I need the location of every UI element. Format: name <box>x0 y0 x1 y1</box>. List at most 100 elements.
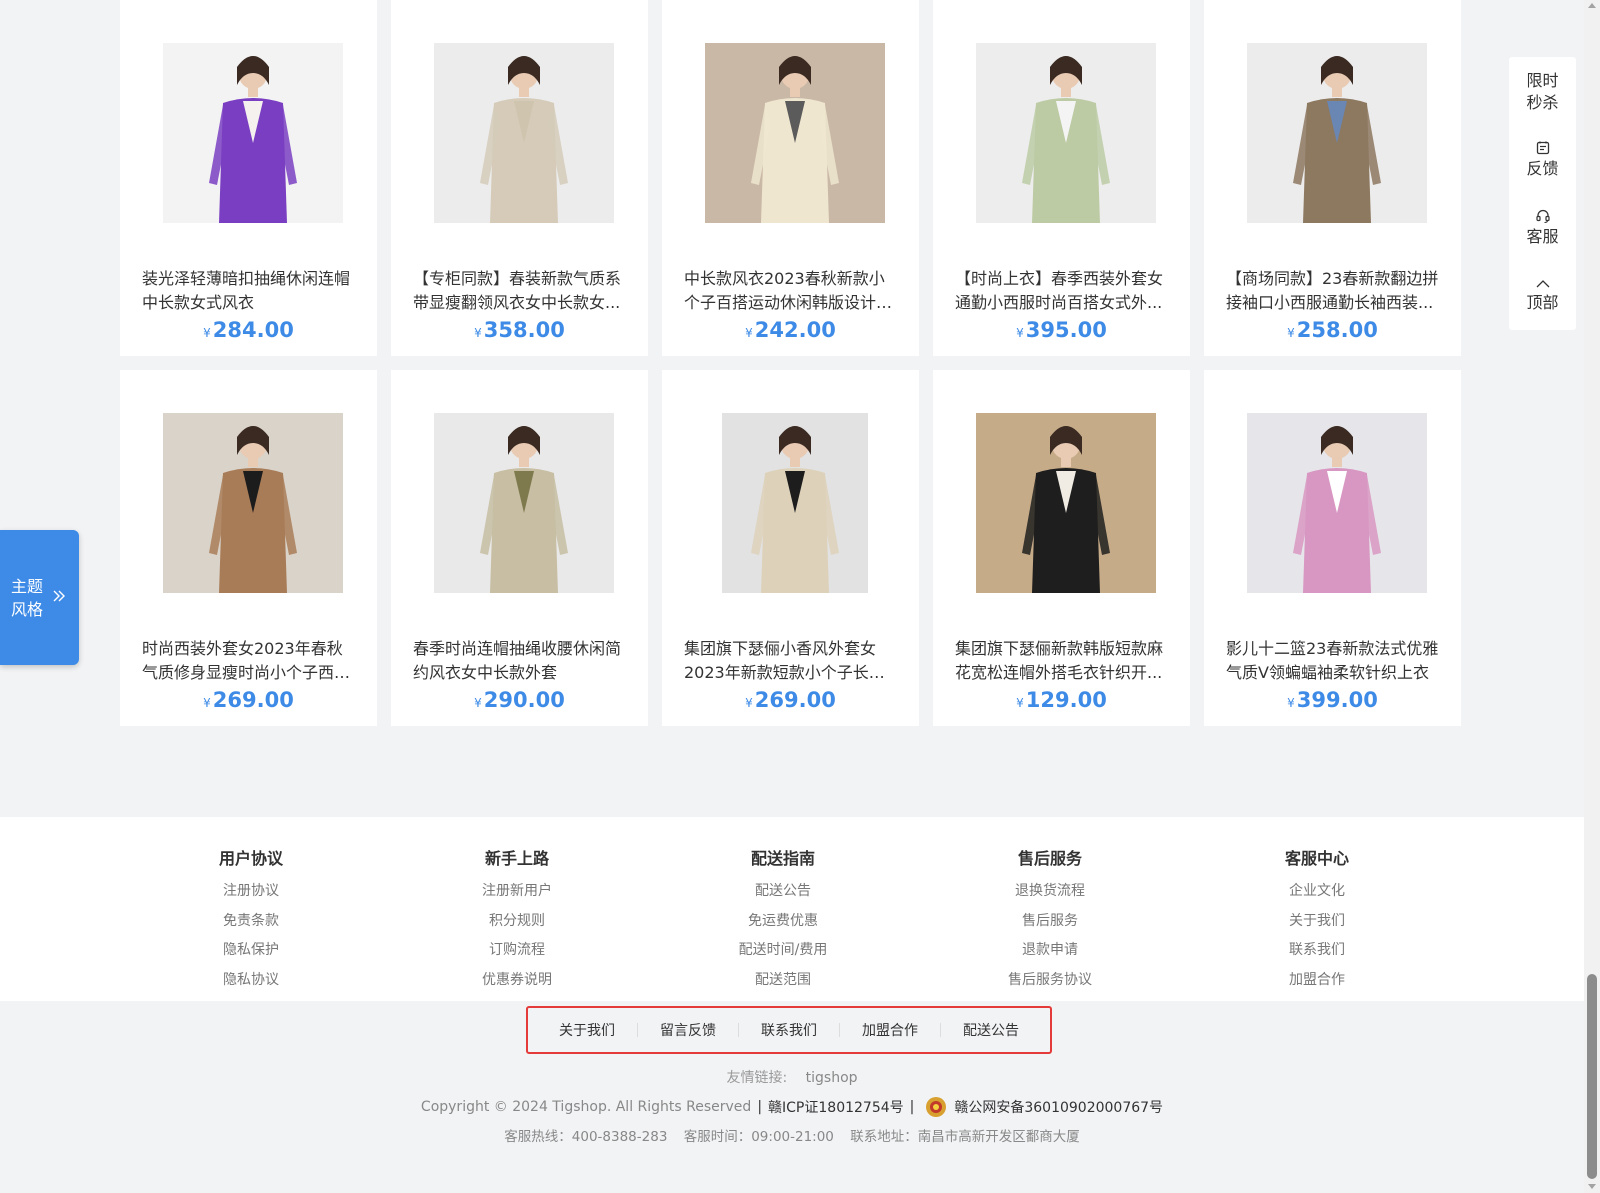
scrollbar-thumb[interactable] <box>1587 974 1597 1179</box>
feedback-icon <box>1536 141 1549 155</box>
product-image[interactable] <box>434 413 614 593</box>
product-image[interactable] <box>163 413 343 593</box>
product-card[interactable]: 【时尚上衣】春季西装外套女通勤小西服时尚百搭女式外... ¥395.00 <box>933 0 1190 356</box>
product-title[interactable]: 时尚西装外套女2023年春秋气质修身显瘦时尚小个子西服... <box>142 637 357 685</box>
footer-column: 用户协议 注册协议 免责条款 隐私保护 隐私协议 <box>151 848 351 995</box>
icp-link[interactable]: 赣ICP证18012754号 <box>768 1097 904 1117</box>
price-amount: 395.00 <box>1025 318 1107 342</box>
flash-sale-button[interactable]: 限时秒杀 <box>1509 70 1576 114</box>
price-amount: 284.00 <box>212 318 294 342</box>
footer-nav-link[interactable]: 留言反馈 <box>638 1020 738 1040</box>
currency-symbol: ¥ <box>1016 696 1024 710</box>
footer-link[interactable]: 联系我们 <box>1217 936 1417 966</box>
footer-column: 新手上路注册新用户 积分规则 订购流程 优惠券说明 <box>417 848 617 995</box>
address-text: 联系地址：南昌市高新开发区鄱商大厦 <box>850 1129 1080 1145</box>
footer-link[interactable]: 配送公告 <box>683 877 883 907</box>
theme-style-label: 主题 风格 <box>11 575 43 621</box>
product-image[interactable] <box>705 43 885 223</box>
price-amount: 290.00 <box>483 688 565 712</box>
product-price: ¥269.00 <box>120 687 377 716</box>
footer-link[interactable]: 隐私保护 <box>151 936 351 966</box>
product-price: ¥269.00 <box>662 687 919 716</box>
service-time-text: 客服时间：09:00-21:00 <box>683 1129 834 1145</box>
product-image[interactable] <box>1247 43 1427 223</box>
footer-link[interactable]: 隐私协议 <box>151 966 351 996</box>
product-price: ¥242.00 <box>662 317 919 346</box>
product-card[interactable]: 集团旗下瑟俪新款韩版短款麻花宽松连帽外搭毛衣针织开... ¥129.00 <box>933 370 1190 726</box>
footer-link[interactable]: 免责条款 <box>151 907 351 937</box>
footer-link[interactable]: 配送时间/费用 <box>683 936 883 966</box>
flash-sale-label: 限时秒杀 <box>1526 71 1559 112</box>
footer-link[interactable]: 关于我们 <box>1217 907 1417 937</box>
footer-link[interactable]: 售后服务协议 <box>950 966 1150 996</box>
product-title[interactable]: 【时尚上衣】春季西装外套女通勤小西服时尚百搭女式外... <box>955 267 1170 315</box>
product-card[interactable]: 【商场同款】23春新款翻边拼接袖口小西服通勤长袖西装... ¥258.00 <box>1204 0 1461 356</box>
copyright-line: Copyright © 2024 Tigshop. All Rights Res… <box>0 1097 1584 1117</box>
footer-link[interactable]: 售后服务 <box>950 907 1150 937</box>
product-price: ¥399.00 <box>1204 687 1461 716</box>
product-price: ¥258.00 <box>1204 317 1461 346</box>
product-price: ¥358.00 <box>391 317 648 346</box>
product-image[interactable] <box>163 43 343 223</box>
product-card[interactable]: 装光泽轻薄暗扣抽绳休闲连帽中长款女式风衣 ¥284.00 <box>120 0 377 356</box>
product-image[interactable] <box>1247 413 1427 593</box>
product-title[interactable]: 【专柜同款】春装新款气质系带显瘦翻领风衣女中长款女... <box>413 267 628 315</box>
price-amount: 258.00 <box>1296 318 1378 342</box>
friend-links-label: 友情链接: <box>726 1070 788 1086</box>
footer-link[interactable]: 积分规则 <box>417 907 617 937</box>
footer-link[interactable]: 注册协议 <box>151 877 351 907</box>
product-card[interactable]: 影儿十二篮23春新款法式优雅气质V领蝙蝠袖柔软针织上衣 ¥399.00 <box>1204 370 1461 726</box>
product-card[interactable]: 中长款风衣2023春秋新款小个子百搭运动休闲韩版设计感...¥242.00 <box>662 0 919 356</box>
friend-link-tigshop[interactable]: tigshop <box>806 1070 858 1086</box>
product-image[interactable] <box>722 413 868 593</box>
feedback-button[interactable]: 反馈 <box>1509 140 1576 180</box>
footer-link[interactable]: 企业文化 <box>1217 877 1417 907</box>
product-title[interactable]: 【商场同款】23春新款翻边拼接袖口小西服通勤长袖西装... <box>1226 267 1441 315</box>
footer-nav-link[interactable]: 加盟合作 <box>840 1020 940 1040</box>
hotline-text: 客服热线：400-8388-283 <box>504 1129 668 1145</box>
page-scrollbar[interactable] <box>1584 0 1600 1193</box>
footer-link[interactable]: 退换货流程 <box>950 877 1150 907</box>
copyright-sep: | <box>909 1099 915 1115</box>
product-title[interactable]: 集团旗下瑟俪新款韩版短款麻花宽松连帽外搭毛衣针织开... <box>955 637 1170 685</box>
currency-symbol: ¥ <box>1287 696 1295 710</box>
footer-link[interactable]: 优惠券说明 <box>417 966 617 996</box>
footer-link[interactable]: 注册新用户 <box>417 877 617 907</box>
product-title[interactable]: 集团旗下瑟俪小香风外套女2023年新款短款小个子长袖开... <box>684 637 899 685</box>
footer-nav-link[interactable]: 关于我们 <box>537 1020 637 1040</box>
product-image[interactable] <box>434 43 614 223</box>
product-card[interactable]: 集团旗下瑟俪小香风外套女2023年新款短款小个子长袖开...¥269.00 <box>662 370 919 726</box>
product-price: ¥129.00 <box>933 687 1190 716</box>
product-title[interactable]: 影儿十二篮23春新款法式优雅气质V领蝙蝠袖柔软针织上衣 <box>1226 637 1441 685</box>
feedback-label: 反馈 <box>1526 159 1559 178</box>
currency-symbol: ¥ <box>1016 326 1024 340</box>
footer-link[interactable]: 订购流程 <box>417 936 617 966</box>
footer-link[interactable]: 配送范围 <box>683 966 883 996</box>
police-record-link[interactable]: 赣公网安备36010902000767号 <box>954 1097 1163 1117</box>
footer-link[interactable]: 加盟合作 <box>1217 966 1417 996</box>
product-title[interactable]: 春季时尚连帽抽绳收腰休闲简约风衣女中长款外套 <box>413 637 628 685</box>
product-price: ¥290.00 <box>391 687 648 716</box>
back-to-top-button[interactable]: 顶部 <box>1509 278 1576 314</box>
footer-nav-link[interactable]: 配送公告 <box>941 1020 1041 1040</box>
scroll-up-arrow-icon[interactable] <box>1588 3 1596 8</box>
product-card[interactable]: 春季时尚连帽抽绳收腰休闲简约风衣女中长款外套 ¥290.00 <box>391 370 648 726</box>
product-card[interactable]: 时尚西装外套女2023年春秋气质修身显瘦时尚小个子西服...¥269.00 <box>120 370 377 726</box>
price-amount: 129.00 <box>1025 688 1107 712</box>
product-image[interactable] <box>976 413 1156 593</box>
currency-symbol: ¥ <box>1287 326 1295 340</box>
footer-column-heading: 新手上路 <box>484 849 549 868</box>
footer-link[interactable]: 退款申请 <box>950 936 1150 966</box>
product-card[interactable]: 【专柜同款】春装新款气质系带显瘦翻领风衣女中长款女... ¥358.00 <box>391 0 648 356</box>
product-image[interactable] <box>976 43 1156 223</box>
product-title[interactable]: 中长款风衣2023春秋新款小个子百搭运动休闲韩版设计感... <box>684 267 899 315</box>
theme-label-line2: 风格 <box>11 600 44 619</box>
footer-link[interactable]: 免运费优惠 <box>683 907 883 937</box>
footer-nav-link[interactable]: 联系我们 <box>739 1020 839 1040</box>
theme-style-tab[interactable]: 主题 风格 <box>0 530 79 665</box>
back-to-top-label: 顶部 <box>1526 293 1559 312</box>
scroll-down-arrow-icon[interactable] <box>1588 1184 1596 1189</box>
customer-service-button[interactable]: 客服 <box>1509 208 1576 248</box>
footer-column-heading: 客服中心 <box>1284 849 1349 868</box>
product-title[interactable]: 装光泽轻薄暗扣抽绳休闲连帽中长款女式风衣 <box>142 267 357 315</box>
